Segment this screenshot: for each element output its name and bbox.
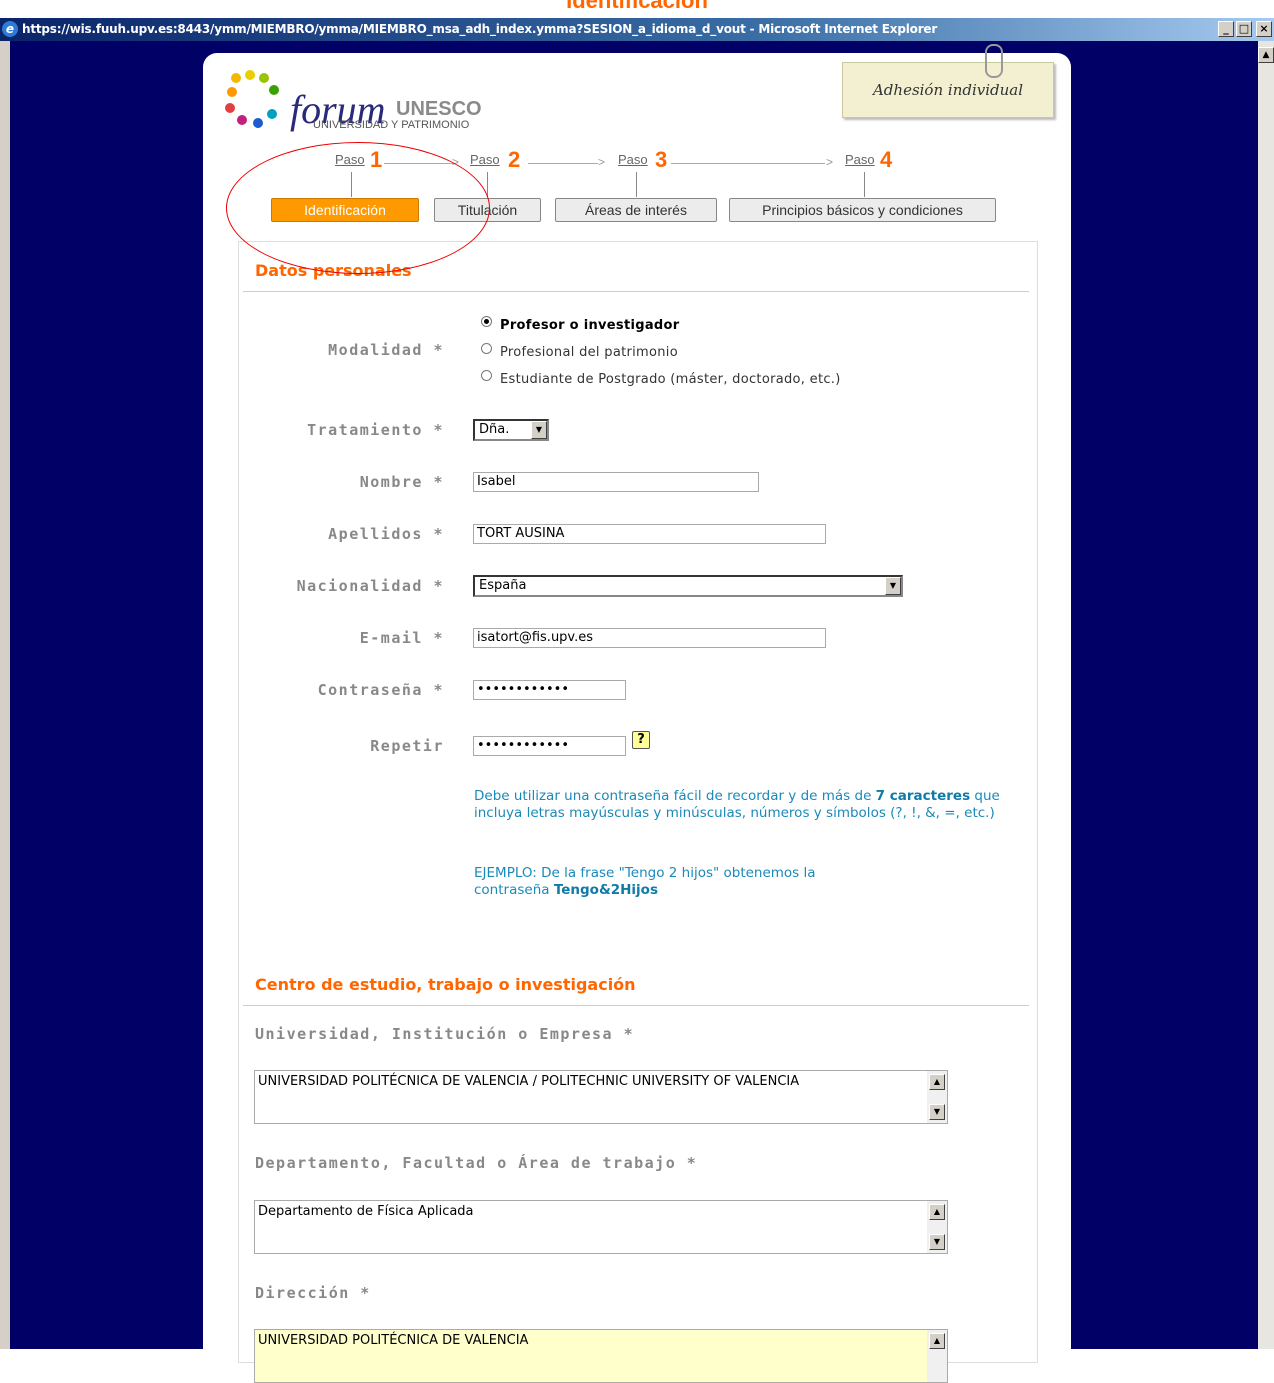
nacionalidad-value: España — [479, 578, 527, 593]
universidad-label: Universidad, Institución o Empresa * — [255, 1025, 635, 1043]
step-stem — [487, 172, 488, 197]
nacionalidad-label: Nacionalidad * — [296, 577, 444, 595]
section-divider — [243, 1005, 1029, 1006]
departamento-value: Departamento de Física Aplicada — [258, 1204, 474, 1219]
nombre-field[interactable]: Isabel — [473, 472, 759, 492]
email-label: E-mail * — [359, 629, 444, 647]
step-arrow-icon: > — [826, 155, 834, 169]
direccion-value: UNIVERSIDAD POLITÉCNICA DE VALENCIA — [258, 1333, 529, 1348]
password-help-text: Debe utilizar una contraseña fácil de re… — [474, 788, 1014, 822]
step-connector — [671, 163, 825, 164]
email-field[interactable]: isatort@fis.upv.es — [473, 628, 826, 648]
apellidos-label: Apellidos * — [328, 525, 444, 543]
tratamiento-select[interactable]: Dña. ▼ — [473, 419, 549, 441]
help-icon[interactable]: ? — [632, 731, 650, 749]
repeat-password-field[interactable]: •••••••••••• — [473, 736, 626, 756]
window-frame-left — [0, 41, 10, 1349]
scroll-down-arrow-icon[interactable]: ▼ — [929, 1104, 945, 1120]
tratamiento-value: Dña. — [479, 422, 510, 437]
scroll-up-arrow-icon[interactable]: ▲ — [929, 1333, 945, 1349]
help-text-bold: 7 caracteres — [875, 788, 971, 804]
direccion-label: Dirección * — [255, 1284, 371, 1302]
departamento-label: Departamento, Facultad o Área de trabajo… — [255, 1154, 698, 1172]
modalidad-label: Modalidad * — [328, 341, 444, 359]
tratamiento-label: Tratamiento * — [307, 421, 444, 439]
departamento-textarea[interactable]: Departamento de Física Aplicada ▲ ▼ — [254, 1200, 948, 1254]
tab-principios-basicos[interactable]: Principios básicos y condiciones — [729, 198, 996, 222]
nombre-label: Nombre * — [359, 473, 444, 491]
radio-label-profesor: Profesor o investigador — [500, 318, 680, 333]
apellidos-field[interactable]: TORT AUSINA — [473, 524, 826, 544]
red-highlight-circle — [226, 142, 490, 274]
section-title-centro: Centro de estudio, trabajo o investigaci… — [255, 975, 636, 994]
radio-estudiante[interactable] — [481, 370, 492, 381]
minimize-button[interactable]: _ — [1218, 21, 1234, 37]
universidad-value: UNIVERSIDAD POLITÉCNICA DE VALENCIA / PO… — [258, 1074, 800, 1089]
nacionalidad-select[interactable]: España ▼ — [473, 575, 903, 597]
window-titlebar: e https://wis.fuuh.upv.es:8443/ymm/MIEMB… — [0, 18, 1274, 41]
dropdown-arrow-icon[interactable]: ▼ — [531, 421, 547, 439]
adhesion-badge: Adhesión individual — [842, 62, 1054, 118]
step-3-number: 3 — [655, 147, 668, 172]
scroll-down-arrow-icon[interactable]: ▼ — [929, 1234, 945, 1250]
direccion-textarea[interactable]: UNIVERSIDAD POLITÉCNICA DE VALENCIA ▲ — [254, 1329, 948, 1383]
radio-label-profesional: Profesional del patrimonio — [500, 345, 678, 360]
help-text-part: Debe utilizar una contraseña fácil de re… — [474, 788, 876, 804]
textarea-scrollbar[interactable]: ▲ — [927, 1330, 947, 1382]
contrasena-label: Contraseña * — [317, 681, 444, 699]
internet-explorer-icon: e — [2, 21, 18, 37]
forum-unesco-logo-icon — [225, 70, 279, 128]
step-2-paso[interactable]: Paso — [470, 152, 500, 167]
step-stem — [864, 172, 865, 197]
page-heading: Identificación — [566, 0, 708, 13]
radio-label-estudiante: Estudiante de Postgrado (máster, doctora… — [500, 372, 841, 387]
step-2-number: 2 — [508, 147, 521, 172]
password-field[interactable]: •••••••••••• — [473, 680, 626, 700]
step-4-number: 4 — [880, 147, 893, 172]
radio-profesional[interactable] — [481, 343, 492, 354]
step-arrow-icon: > — [598, 155, 606, 169]
scroll-up-arrow-icon[interactable]: ▲ — [929, 1074, 945, 1090]
example-text-bold: Tengo&2Hijos — [553, 882, 658, 898]
close-button[interactable]: × — [1256, 21, 1272, 37]
step-3-paso[interactable]: Paso — [618, 152, 648, 167]
textarea-scrollbar[interactable]: ▲ ▼ — [927, 1071, 947, 1123]
step-4-paso[interactable]: Paso — [845, 152, 875, 167]
tab-areas-de-interes[interactable]: Áreas de interés — [555, 198, 717, 222]
step-stem — [636, 172, 637, 197]
logo-unesco-text: UNESCO — [396, 98, 482, 120]
vertical-scrollbar[interactable]: ▲ — [1258, 41, 1274, 1349]
repetir-label: Repetir — [370, 737, 444, 755]
scroll-up-arrow-icon[interactable]: ▲ — [929, 1204, 945, 1220]
step-connector — [528, 163, 598, 164]
logo-subtitle: UNIVERSIDAD Y PATRIMONIO — [313, 119, 470, 131]
scroll-up-arrow-icon[interactable]: ▲ — [1258, 47, 1274, 63]
dropdown-arrow-icon[interactable]: ▼ — [885, 577, 901, 595]
password-example-text: EJEMPLO: De la frase "Tengo 2 hijos" obt… — [474, 865, 894, 899]
window-title: https://wis.fuuh.upv.es:8443/ymm/MIEMBRO… — [22, 22, 938, 36]
section-divider — [243, 291, 1029, 292]
radio-profesor[interactable] — [481, 316, 492, 327]
maximize-button[interactable]: □ — [1236, 21, 1252, 37]
textarea-scrollbar[interactable]: ▲ ▼ — [927, 1201, 947, 1253]
paperclip-icon — [985, 44, 1003, 78]
universidad-textarea[interactable]: UNIVERSIDAD POLITÉCNICA DE VALENCIA / PO… — [254, 1070, 948, 1124]
